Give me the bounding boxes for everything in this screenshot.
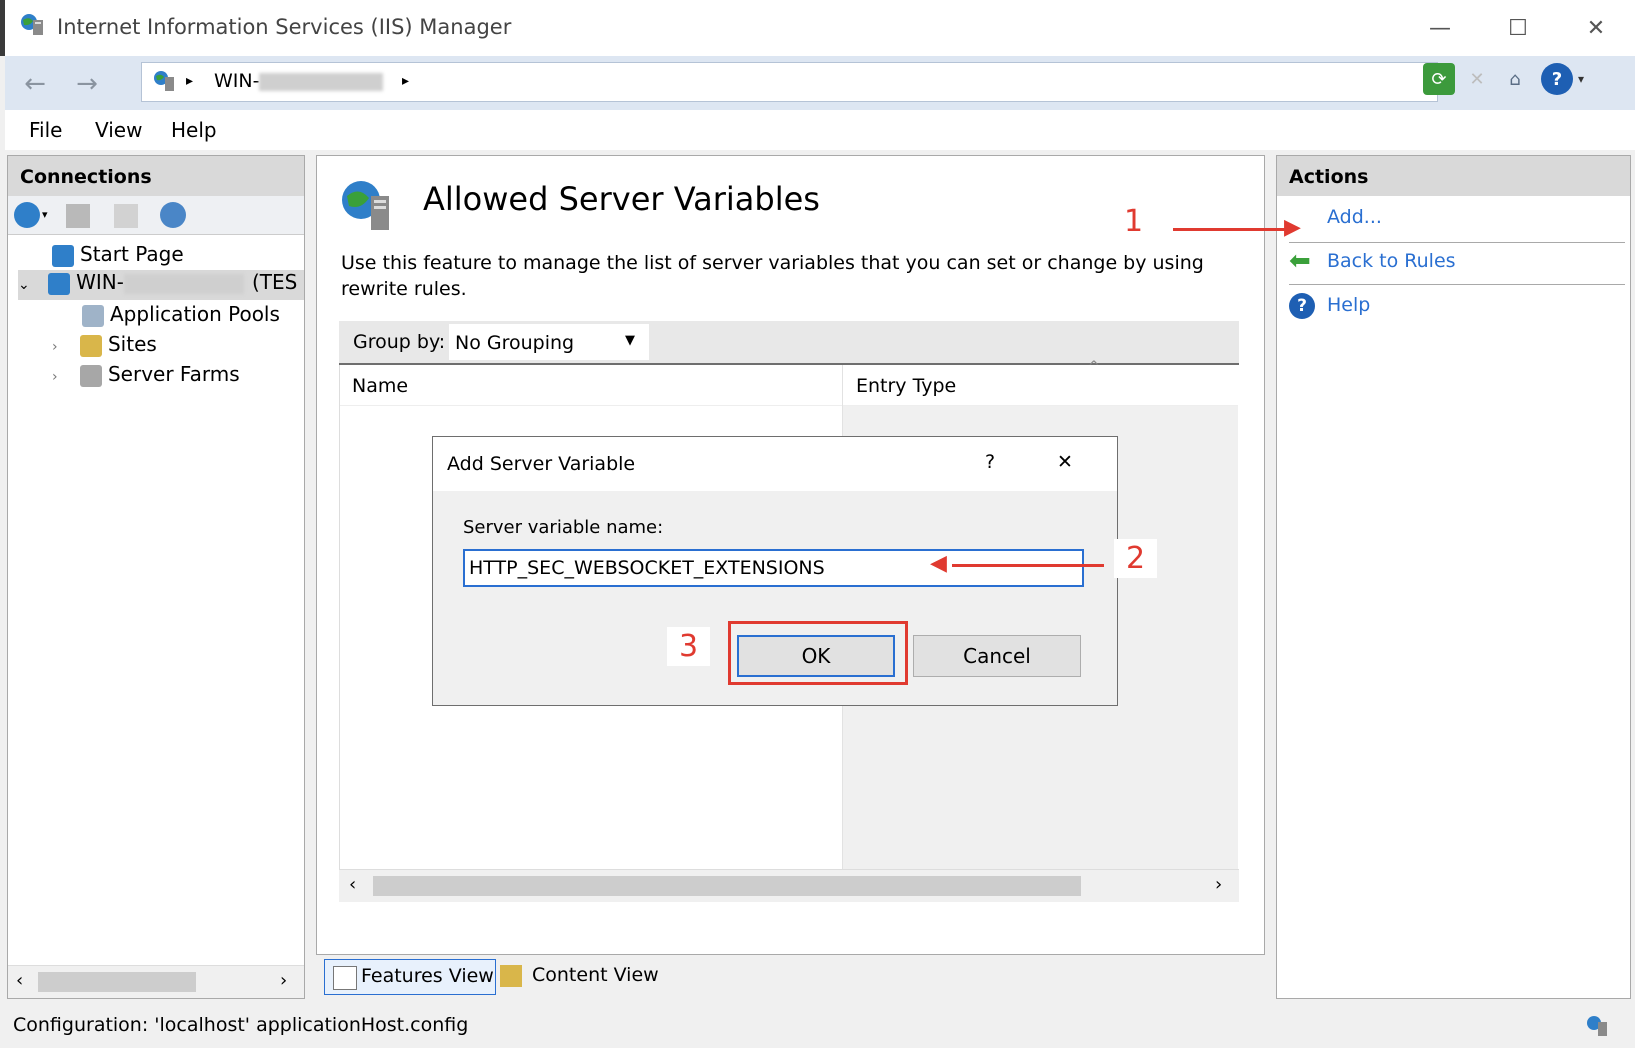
tab-content-view[interactable]: Content View [500,959,670,993]
connections-hscrollbar[interactable]: ‹ › [8,965,304,998]
features-view-icon [333,966,357,990]
action-back-to-rules-link[interactable]: Back to Rules [1327,250,1456,272]
help-dropdown-icon[interactable]: ▾ [1565,63,1597,95]
title-bar: Internet Information Services (IIS) Mana… [0,0,1635,56]
scroll-thumb[interactable] [38,972,196,992]
page-title: Allowed Server Variables [423,180,820,218]
feature-description: Use this feature to manage the list of s… [341,252,1204,300]
tree-start-page[interactable]: Start Page [52,242,184,267]
up-icon[interactable] [114,204,138,228]
refresh-icon[interactable]: ⟳ [1423,63,1455,95]
tab-features-view[interactable]: Features View [324,959,496,995]
connect-icon[interactable] [14,202,40,228]
server-icon [152,69,176,93]
server-node-icon [48,272,71,295]
menu-view[interactable]: View [95,118,142,142]
connections-toolbar: ▾ [8,196,304,235]
menu-bar: File View Help [5,110,1635,150]
scroll-left-icon[interactable]: ‹ [16,970,23,991]
save-icon[interactable] [66,204,90,228]
annotation-step-2: 2 [1114,539,1158,578]
group-by-dropdown[interactable]: No Grouping ▼ [449,324,649,360]
dialog-close-button[interactable]: ✕ [1057,451,1073,473]
dialog-title: Add Server Variable [447,453,636,475]
server-variable-value: HTTP_SEC_WEBSOCKET_EXTENSIONS [469,557,825,579]
tree-sites[interactable]: › Sites [52,332,157,357]
list-hscrollbar[interactable]: ‹ › [339,869,1239,902]
tree-application-pools[interactable]: Application Pools [82,302,280,327]
address-toolbar: ← → ▸ WIN- ▸ ⟳ ✕ ⌂ ? ▾ [5,56,1635,110]
feature-globe-icon [339,178,395,234]
connect-dropdown-icon[interactable]: ▾ [42,208,48,221]
connections-panel: Connections ▾ Start Page ⌄ WIN- (TES Appl… [7,155,305,999]
col-entry-type-header[interactable]: Entry Type [856,375,956,397]
annotation-arrowhead-1: ▶ [1284,215,1301,240]
tree-server-farms[interactable]: › Server Farms [52,362,240,387]
connections-title: Connections [8,156,304,196]
status-text: Configuration: 'localhost' applicationHo… [13,1014,469,1036]
stop-icon[interactable]: ✕ [1461,63,1493,95]
col-name-header[interactable]: Name [352,375,408,397]
server-farms-icon [79,364,102,387]
window-title: Internet Information Services (IIS) Mana… [57,15,512,39]
breadcrumb-separator[interactable]: ▸ [186,73,193,89]
group-by-value: No Grouping [455,332,575,354]
server-variable-input[interactable]: HTTP_SEC_WEBSOCKET_EXTENSIONS [463,549,1084,587]
breadcrumb-server[interactable]: WIN- [214,70,384,92]
scroll-right-icon[interactable]: › [280,970,287,991]
close-window-button[interactable]: ✕ [1573,8,1619,48]
tree-server-node[interactable]: ⌄ WIN- (TES [18,270,304,300]
expand-chevron-icon[interactable]: › [52,369,58,385]
action-help-link[interactable]: Help [1327,294,1370,316]
help-circle-icon: ? [1289,293,1315,319]
actions-panel: Actions Add... ⬅ Back to Rules ? Help [1276,155,1631,999]
forward-arrow-icon[interactable]: → [67,64,107,104]
scroll-left-icon[interactable]: ‹ [349,874,356,895]
maximize-button[interactable]: ☐ [1495,8,1541,48]
action-add-link[interactable]: Add... [1327,206,1382,228]
menu-file[interactable]: File [29,118,62,142]
dropdown-arrow-icon: ▼ [625,333,635,348]
annotation-step-3: 3 [667,627,711,666]
collapse-chevron-icon[interactable]: ⌄ [18,277,30,293]
minimize-button[interactable]: — [1417,8,1463,48]
cancel-button[interactable]: Cancel [913,635,1081,677]
group-by-bar: Group by: No Grouping ▼ [339,321,1239,365]
back-arrow-icon[interactable]: ← [15,64,55,104]
dialog-title-bar: Add Server Variable ? ✕ [433,437,1117,491]
server-variable-label: Server variable name: [463,517,664,538]
address-bar[interactable]: ▸ WIN- ▸ [141,62,1438,102]
expand-chevron-icon[interactable]: › [52,339,58,355]
list-header: Name Entry Type ^ [340,359,1238,891]
breadcrumb-expand-arrow[interactable]: ▸ [402,73,409,89]
home-icon[interactable]: ⌂ [1499,63,1531,95]
application-pools-icon [82,304,104,327]
scroll-right-icon[interactable]: › [1215,874,1222,895]
annotation-arrow-2 [952,564,1104,567]
annotation-arrow-1 [1173,228,1293,231]
content-view-icon [500,965,522,987]
start-page-icon [52,244,74,267]
back-arrow-icon: ⬅ [1289,246,1311,276]
disconnect-icon[interactable] [160,202,186,228]
iis-app-icon [19,12,45,38]
annotation-step-1: 1 [1112,202,1156,241]
status-server-icon [1585,1014,1609,1038]
status-bar: Configuration: 'localhost' applicationHo… [5,1004,1635,1048]
annotation-arrowhead-2: ◀ [930,551,947,576]
dialog-help-button[interactable]: ? [985,451,995,473]
menu-help[interactable]: Help [171,118,217,142]
annotation-ok-highlight [728,621,908,685]
sites-icon [79,334,102,357]
scroll-thumb[interactable] [373,876,1081,896]
group-by-label: Group by: [353,331,446,353]
sort-indicator-icon: ^ [1088,359,1100,375]
actions-title: Actions [1277,156,1630,196]
